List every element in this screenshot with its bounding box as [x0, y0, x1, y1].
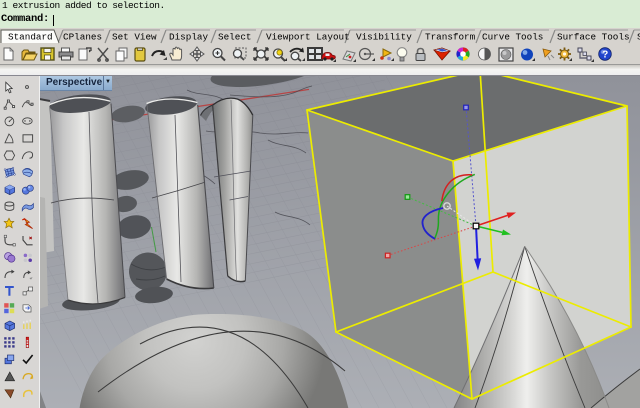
- svg-text:Curve Tools: Curve Tools: [482, 32, 543, 43]
- svg-text:Display: Display: [169, 32, 208, 43]
- svg-text:Set View: Set View: [112, 32, 157, 43]
- svg-text:Surface Tools: Surface Tools: [557, 32, 630, 43]
- svg-text:Select: Select: [218, 32, 251, 43]
- svg-text:Viewport Layout: Viewport Layout: [266, 32, 350, 43]
- svg-text:CPlanes: CPlanes: [63, 32, 102, 43]
- svg-text:Transform: Transform: [425, 32, 476, 43]
- svg-text:Visibility: Visibility: [356, 32, 412, 43]
- svg-text:Standard: Standard: [8, 32, 53, 43]
- svg-text:?: ?: [602, 49, 608, 60]
